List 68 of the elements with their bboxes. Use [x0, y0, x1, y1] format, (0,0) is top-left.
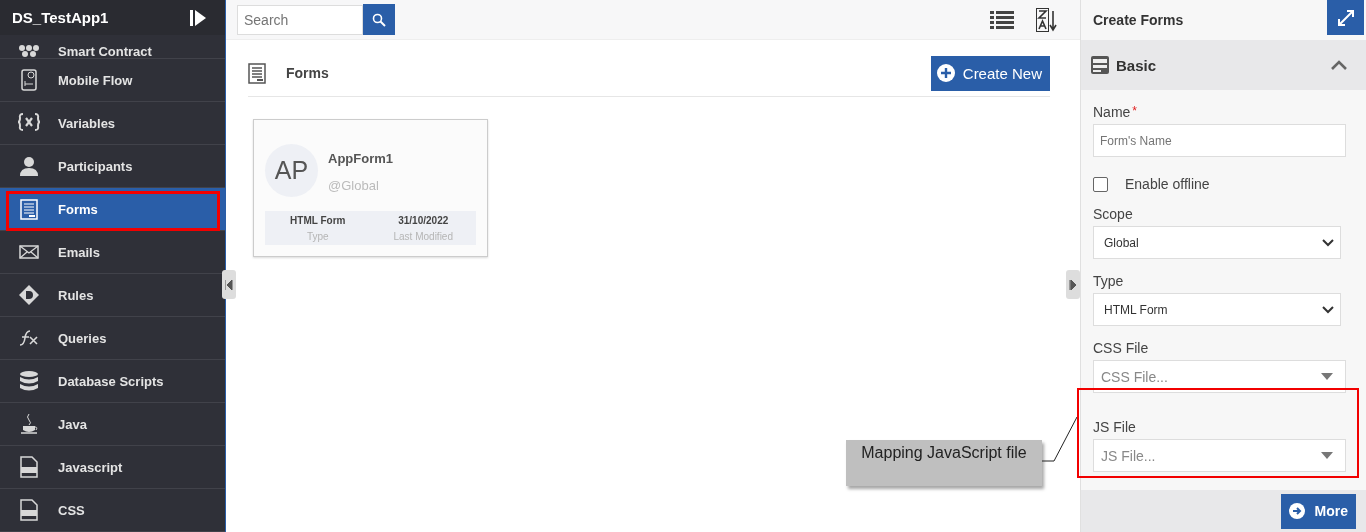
sort-icon[interactable]: [1036, 7, 1058, 32]
plus-icon: [936, 64, 955, 82]
create-new-button[interactable]: Create New: [930, 55, 1050, 91]
search-icon: [372, 12, 386, 27]
dropdown[interactable]: HTML Form: [1093, 293, 1341, 326]
sidebar-item[interactable]: Emails: [0, 231, 225, 274]
expand-icon: [1335, 7, 1356, 28]
envelope-icon: [19, 245, 39, 259]
sidebar-item[interactable]: Forms: [0, 188, 225, 231]
function-icon: [18, 330, 40, 346]
chevron-down-icon: [1322, 305, 1334, 314]
database-icon: [19, 370, 39, 392]
checkbox[interactable]: [1093, 176, 1108, 192]
coffee-cup-icon: [20, 413, 38, 435]
search-field[interactable]: Search: [237, 4, 363, 35]
sidebar-item[interactable]: Variables: [0, 102, 225, 145]
form-type: HTML Form: [289, 214, 347, 226]
combo-box[interactable]: CSS File...: [1093, 360, 1346, 393]
expand-handle[interactable]: [1066, 270, 1080, 299]
person-icon: [19, 155, 39, 177]
leader-line: [1042, 416, 1078, 462]
field-label: Type: [1093, 273, 1125, 289]
section-header[interactable]: Basic: [1081, 40, 1366, 90]
network-icon: [18, 44, 40, 58]
chevron-icon: [1330, 58, 1348, 72]
caret-icon: [1321, 373, 1333, 380]
file-icon: [20, 456, 38, 478]
field-label: Name*: [1093, 104, 1139, 120]
field-label: Scope: [1093, 206, 1134, 222]
app-title: DS_TestApp1: [12, 9, 110, 26]
sidebar-item[interactable]: Queries: [0, 317, 225, 360]
panel-title: Create Forms: [1092, 11, 1184, 28]
chevron-down-icon: [1322, 238, 1334, 247]
collapse-icon[interactable]: [189, 8, 207, 27]
mobile-icon: [20, 69, 38, 91]
page-title: Forms: [286, 65, 329, 81]
sidebar-item[interactable]: Database Scripts: [0, 360, 225, 403]
file-icon: [20, 499, 38, 521]
section-icon: [1091, 56, 1109, 74]
sidebar-item[interactable]: Smart Contract: [0, 35, 225, 59]
modified-label: Last Modified: [392, 230, 454, 242]
form-name: AppForm1: [328, 151, 393, 166]
field-label: CSS File: [1093, 340, 1150, 356]
document-icon: [20, 198, 38, 220]
search-button[interactable]: [363, 4, 395, 35]
sidebar-item[interactable]: Mobile Flow: [0, 59, 225, 102]
list-view-icon[interactable]: [990, 9, 1014, 30]
sidebar-item[interactable]: CSS: [0, 489, 225, 532]
sidebar-item[interactable]: Java: [0, 403, 225, 446]
form-card[interactable]: AP AppForm1 @Global HTML Form Type 31/10/2022 Last Modified: [253, 119, 488, 257]
caret-icon: [1321, 452, 1333, 459]
document-icon: [248, 62, 266, 84]
type-label: Type: [305, 230, 330, 242]
avatar: AP: [265, 144, 318, 197]
field-label: JS File: [1093, 419, 1137, 435]
modified-date: 31/10/2022: [397, 214, 450, 226]
sidebar-item[interactable]: Javascript: [0, 446, 225, 489]
callout-label: Mapping JavaScript file: [846, 440, 1042, 486]
combo-box[interactable]: JS File...: [1093, 439, 1346, 472]
collapse-handle[interactable]: [222, 270, 236, 299]
form-scope: @Global: [328, 178, 380, 193]
expand-button[interactable]: [1327, 0, 1364, 35]
braces-icon: [17, 112, 41, 131]
more-button[interactable]: More: [1280, 493, 1356, 529]
checkbox-label: Enable offline: [1125, 176, 1210, 192]
name-input[interactable]: Form's Name: [1093, 124, 1346, 157]
dropdown[interactable]: Global: [1093, 226, 1341, 259]
diamond-icon: [18, 284, 40, 306]
